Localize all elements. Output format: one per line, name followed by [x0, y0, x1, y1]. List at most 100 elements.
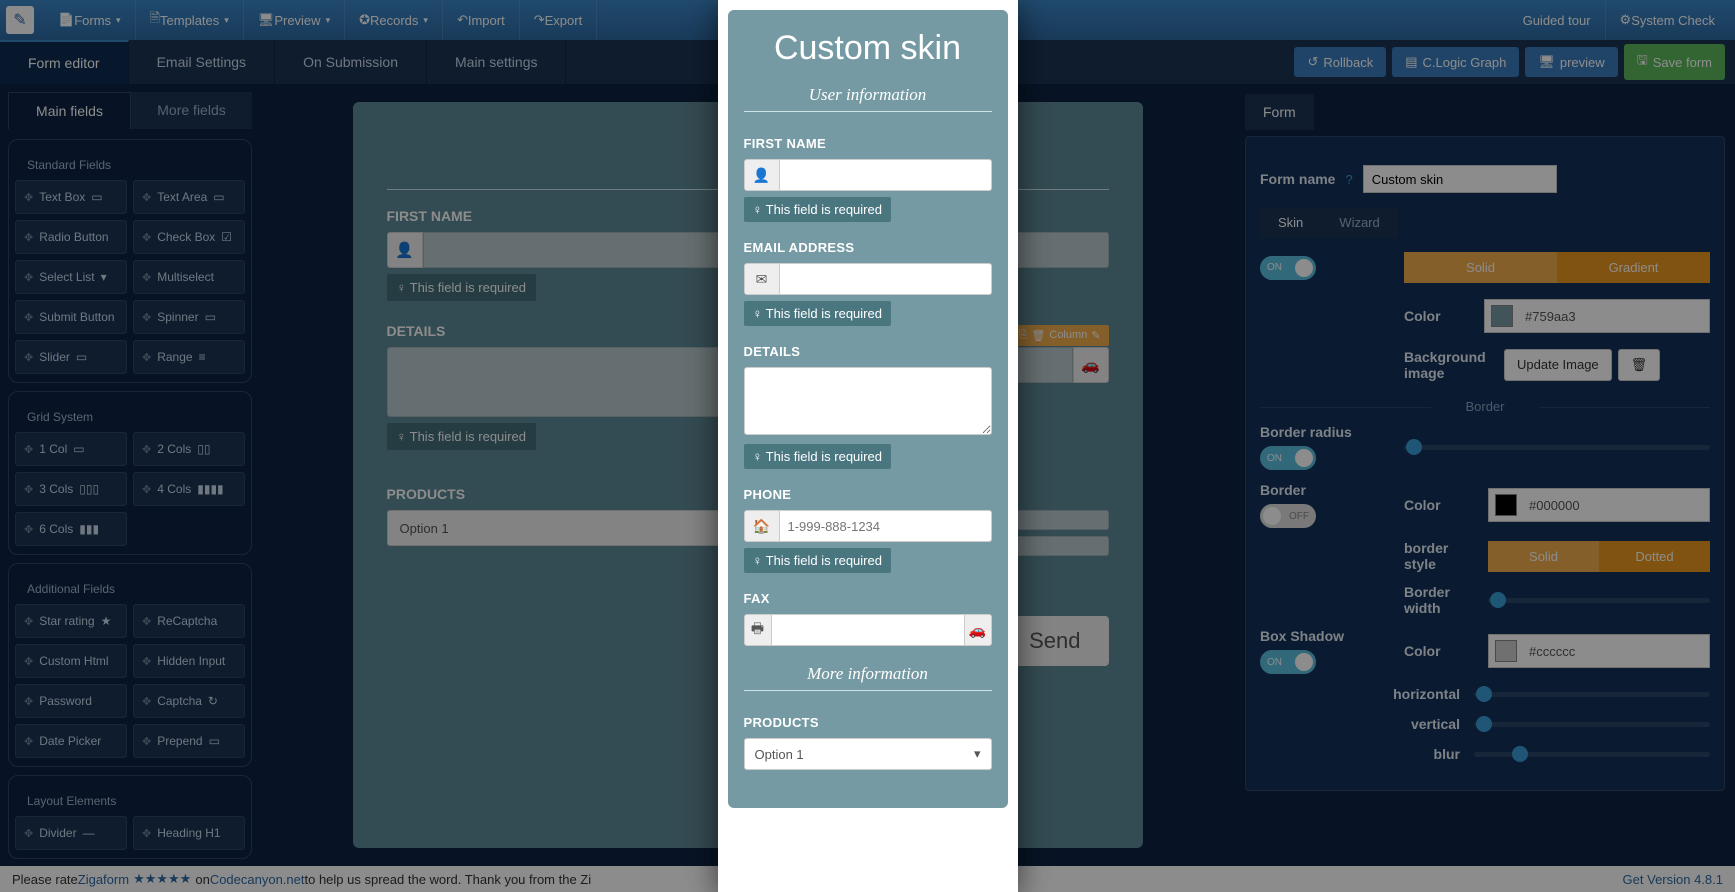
rollback-button[interactable]: ↺ Rollback	[1294, 47, 1386, 77]
toggle-skin[interactable]: ON	[1260, 256, 1316, 280]
field-datepicker[interactable]: ✥Date Picker	[15, 724, 127, 758]
slider-border-radius[interactable]	[1404, 445, 1710, 450]
field-checkbox[interactable]: ✥Check Box ☑	[133, 220, 245, 254]
border-color-input[interactable]: #000000	[1488, 488, 1710, 522]
field-prepend[interactable]: ✥Prepend ▭	[133, 724, 245, 758]
preview-input-firstname[interactable]	[780, 159, 992, 191]
drag-icon: ✥	[142, 827, 151, 840]
footer-product[interactable]: Zigaform	[78, 872, 129, 887]
field-2col[interactable]: ✥2 Cols ▯▯	[133, 432, 245, 466]
menu-forms[interactable]: 📄 Forms▾	[44, 0, 136, 40]
tab-more-fields[interactable]: More fields	[131, 92, 252, 129]
preview-select-products[interactable]: Option 1▾	[744, 738, 992, 770]
chevron-down-icon: ▾	[974, 746, 981, 762]
preview-label-firstname: FIRST NAME	[744, 136, 992, 151]
menu-system-check[interactable]: ⚙ System Check	[1606, 0, 1729, 40]
menu-records[interactable]: ✪ Records▾	[345, 0, 443, 40]
col-icon: ▯▯	[197, 442, 210, 456]
toggle-box-shadow[interactable]: ON	[1260, 650, 1316, 674]
preview-textarea-details[interactable]	[744, 367, 992, 435]
drag-icon: ✥	[24, 231, 33, 244]
user-icon: 👤	[387, 232, 423, 268]
field-star[interactable]: ✥Star rating ★	[15, 604, 127, 638]
drag-icon: ✥	[142, 483, 151, 496]
menu-import[interactable]: ↶ Import	[443, 0, 520, 40]
label-horizontal: horizontal	[1260, 686, 1460, 702]
field-submit[interactable]: ✥Submit Button	[15, 300, 127, 334]
select-products[interactable]: Option 1▾	[387, 510, 738, 546]
tab-email-settings[interactable]: Email Settings	[129, 40, 275, 84]
fill-type-group[interactable]: Solid Gradient	[1404, 252, 1710, 283]
preview-button[interactable]: 🖥 preview	[1525, 47, 1617, 77]
field-heading[interactable]: ✥Heading H1	[133, 816, 245, 850]
field-hidden[interactable]: ✥Hidden Input	[133, 644, 245, 678]
guided-tour-label: Guided tour	[1523, 13, 1591, 28]
clogic-button[interactable]: ▤ C.Logic Graph	[1392, 47, 1519, 77]
delete-image-button[interactable]: 🗑	[1618, 349, 1661, 381]
menu-guided-tour[interactable]: Guided tour	[1509, 0, 1606, 40]
tab-main-fields[interactable]: Main fields	[8, 92, 131, 129]
preview-input-email[interactable]	[780, 263, 992, 295]
subtab-skin[interactable]: Skin	[1260, 207, 1321, 238]
color-input[interactable]: #759aa3	[1484, 299, 1710, 333]
shadow-color-input[interactable]: #cccccc	[1488, 634, 1710, 668]
drag-icon: ✥	[142, 735, 151, 748]
field-captcha[interactable]: ✥Captcha ↻	[133, 684, 245, 718]
field-textarea[interactable]: ✥Text Area ▭	[133, 180, 245, 214]
tab-on-submission[interactable]: On Submission	[275, 40, 427, 84]
preview-input-fax[interactable]	[772, 614, 964, 646]
field-multiselect[interactable]: ✥Multiselect	[133, 260, 245, 294]
btn-border-solid[interactable]: Solid	[1488, 541, 1599, 572]
column-tag[interactable]: ⎘🗑Column ✎	[1011, 325, 1109, 346]
field-customhtml[interactable]: ✥Custom Html	[15, 644, 127, 678]
subtab-wizard[interactable]: Wizard	[1321, 207, 1397, 238]
field-recaptcha[interactable]: ✥ReCaptcha	[133, 604, 245, 638]
slider-vertical[interactable]	[1474, 722, 1710, 727]
car-icon: 🚗	[964, 614, 992, 646]
tab-form-editor[interactable]: Form editor	[0, 40, 129, 84]
preview-input-phone[interactable]	[780, 510, 992, 542]
field-divider[interactable]: ✥Divider —	[15, 816, 127, 850]
preview-label-products: PRODUCTS	[744, 715, 992, 730]
label-box-shadow: Box Shadow	[1260, 628, 1390, 644]
footer-site-link[interactable]: Codecanyon.net	[210, 872, 305, 887]
toggle-border[interactable]: OFF	[1260, 504, 1316, 528]
field-range[interactable]: ✥Range ≡	[133, 340, 245, 374]
field-slider[interactable]: ✥Slider ▭	[15, 340, 127, 374]
field-select[interactable]: ✥Select List ▾	[15, 260, 127, 294]
textarea-details[interactable]	[387, 347, 738, 417]
menu-preview[interactable]: 🖥 Preview ▾	[244, 0, 345, 40]
field-spinner[interactable]: ✥Spinner ▭	[133, 300, 245, 334]
field-password[interactable]: ✥Password	[15, 684, 127, 718]
btn-solid[interactable]: Solid	[1404, 252, 1557, 283]
border-style-group[interactable]: Solid Dotted	[1488, 541, 1710, 572]
slider-border-width[interactable]	[1488, 598, 1710, 603]
help-icon[interactable]: ?	[1345, 172, 1352, 187]
app-logo[interactable]: ✎	[6, 6, 34, 34]
tab-main-settings[interactable]: Main settings	[427, 40, 566, 84]
drag-icon: ✥	[24, 615, 33, 628]
preview-label-details: DETAILS	[744, 344, 992, 359]
field-4col[interactable]: ✥4 Cols ▮▮▮▮	[133, 472, 245, 506]
field-radio[interactable]: ✥Radio Button	[15, 220, 127, 254]
save-form-button[interactable]: 🖫 Save form	[1624, 44, 1725, 80]
btn-gradient[interactable]: Gradient	[1557, 252, 1710, 283]
menu-export[interactable]: ↷ Export	[520, 0, 597, 40]
update-image-button[interactable]: Update Image	[1504, 349, 1612, 381]
field-textbox[interactable]: ✥Text Box ▭	[15, 180, 127, 214]
slider-horizontal[interactable]	[1474, 692, 1710, 697]
footer-text: Please rate	[12, 872, 78, 887]
menu-templates[interactable]: 🗎 Templates ▾	[136, 0, 244, 40]
group-additional-fields: Additional Fields	[27, 582, 245, 596]
version-link[interactable]: Get Version 4.8.1	[1623, 872, 1723, 887]
form-name-input[interactable]	[1363, 165, 1557, 193]
label-border-width: Border width	[1404, 584, 1474, 616]
field-1col[interactable]: ✥1 Col ▭	[15, 432, 127, 466]
field-3col[interactable]: ✥3 Cols ▯▯▯	[15, 472, 127, 506]
tab-form-props[interactable]: Form	[1245, 94, 1314, 130]
slider-blur[interactable]	[1474, 752, 1710, 757]
field-6col[interactable]: ✥6 Cols ▮▮▮	[15, 512, 127, 546]
toggle-border-radius[interactable]: ON	[1260, 446, 1316, 470]
drag-icon: ✥	[142, 311, 151, 324]
btn-border-dotted[interactable]: Dotted	[1599, 541, 1710, 572]
